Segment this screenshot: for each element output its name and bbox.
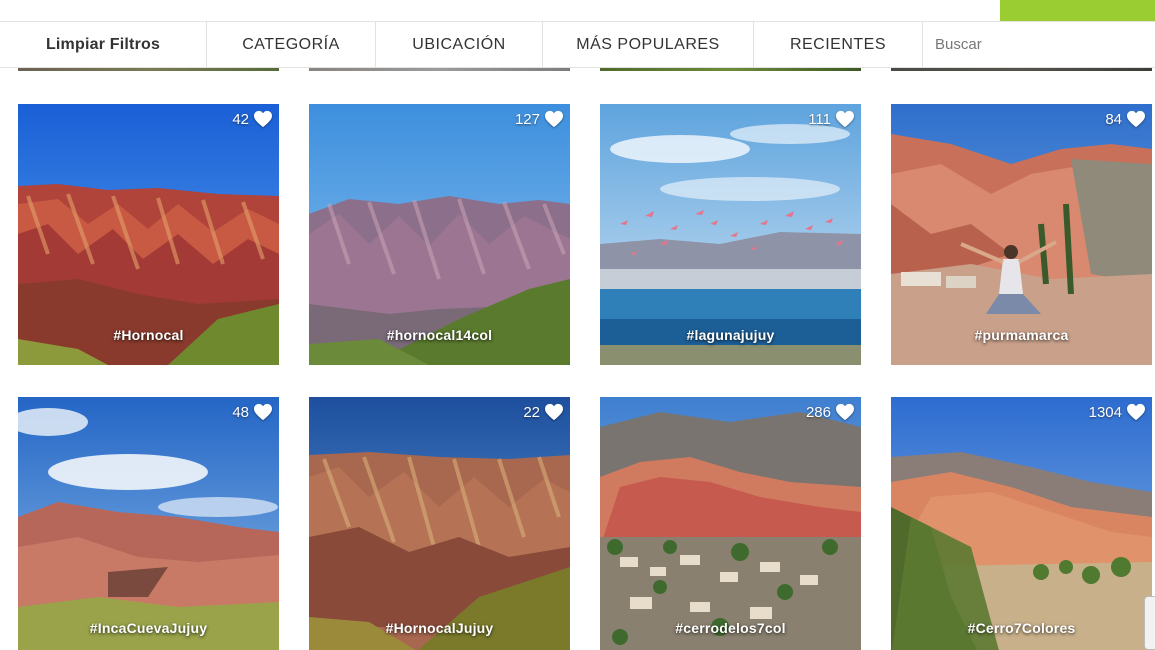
category-filter-button[interactable]: CATEGORÍA [207,22,376,67]
hashtag-label: #purmamarca [974,327,1069,343]
previous-tile-edge [18,68,279,71]
gallery-tile[interactable]: 42 #Hornocal [18,104,279,365]
accent-bar[interactable] [1000,0,1155,21]
photo-hornocaljujuy [309,397,570,650]
heart-icon [545,110,563,128]
heart-icon [254,110,272,128]
heart-icon [1127,403,1145,421]
previous-tile-edge [309,68,570,71]
like-count: 286 [805,403,831,421]
like-count: 111 [808,110,831,128]
previous-tile-edge [891,68,1152,71]
heart-icon [1127,110,1145,128]
like-counter[interactable]: 48 [232,403,273,421]
gallery-tile[interactable]: 84 #purmamarca [891,104,1152,365]
like-count: 42 [232,110,249,128]
like-count: 22 [523,403,540,421]
hashtag-label: #lagunajujuy [686,327,775,343]
heart-icon [836,403,854,421]
top-strip [0,0,1155,21]
photo-incacuevajujuy [18,397,279,650]
hashtag-label: #cerrodelos7col [675,620,786,636]
gallery-tile[interactable]: 22 #HornocalJujuy [309,397,570,650]
photo-purmamarca [891,104,1152,365]
gallery-tile[interactable]: 286 #cerrodelos7col [600,397,861,650]
hashtag-label: #Hornocal [113,327,184,343]
like-counter[interactable]: 111 [808,110,855,128]
heart-icon [254,403,272,421]
gallery-tile[interactable]: 127 #hornocal14col [309,104,570,365]
gallery-tile[interactable]: 111 #lagunajujuy [600,104,861,365]
hashtag-label: #hornocal14col [386,327,493,343]
like-counter[interactable]: 1304 [1089,403,1146,421]
hashtag-label: #Cerro7Colores [967,620,1076,636]
like-counter[interactable]: 84 [1105,110,1146,128]
heart-icon [836,110,854,128]
photo-hornocal [18,104,279,365]
like-counter[interactable]: 286 [806,403,855,421]
like-count: 127 [514,110,540,128]
gallery-tile[interactable]: 48 #IncaCuevaJujuy [18,397,279,650]
search-input[interactable] [935,36,1135,53]
hashtag-label: #IncaCuevaJujuy [89,620,208,636]
recent-filter-button[interactable]: RECIENTES [754,22,923,67]
gallery-tile[interactable]: 1304 #Cerro7Colores [891,397,1152,650]
like-counter[interactable]: 127 [515,110,564,128]
filter-bar: Limpiar Filtros CATEGORÍA UBICACIÓN MÁS … [0,21,1155,68]
side-tab-handle[interactable] [1144,596,1155,650]
heart-icon [545,403,563,421]
location-filter-button[interactable]: UBICACIÓN [376,22,543,67]
previous-tile-edge [600,68,861,71]
photo-cerro7colores [891,397,1152,650]
like-count: 1304 [1088,403,1122,421]
photo-hornocal14col [309,104,570,365]
clear-filters-button[interactable]: Limpiar Filtros [0,22,207,67]
like-count: 84 [1105,110,1122,128]
photo-cerrodelos7col [600,397,861,650]
like-counter[interactable]: 42 [232,110,273,128]
photo-lagunajujuy [600,104,861,365]
like-count: 48 [232,403,249,421]
search-box [923,22,1155,67]
hashtag-label: #HornocalJujuy [385,620,494,636]
like-counter[interactable]: 22 [523,403,564,421]
most-popular-filter-button[interactable]: MÁS POPULARES [543,22,754,67]
